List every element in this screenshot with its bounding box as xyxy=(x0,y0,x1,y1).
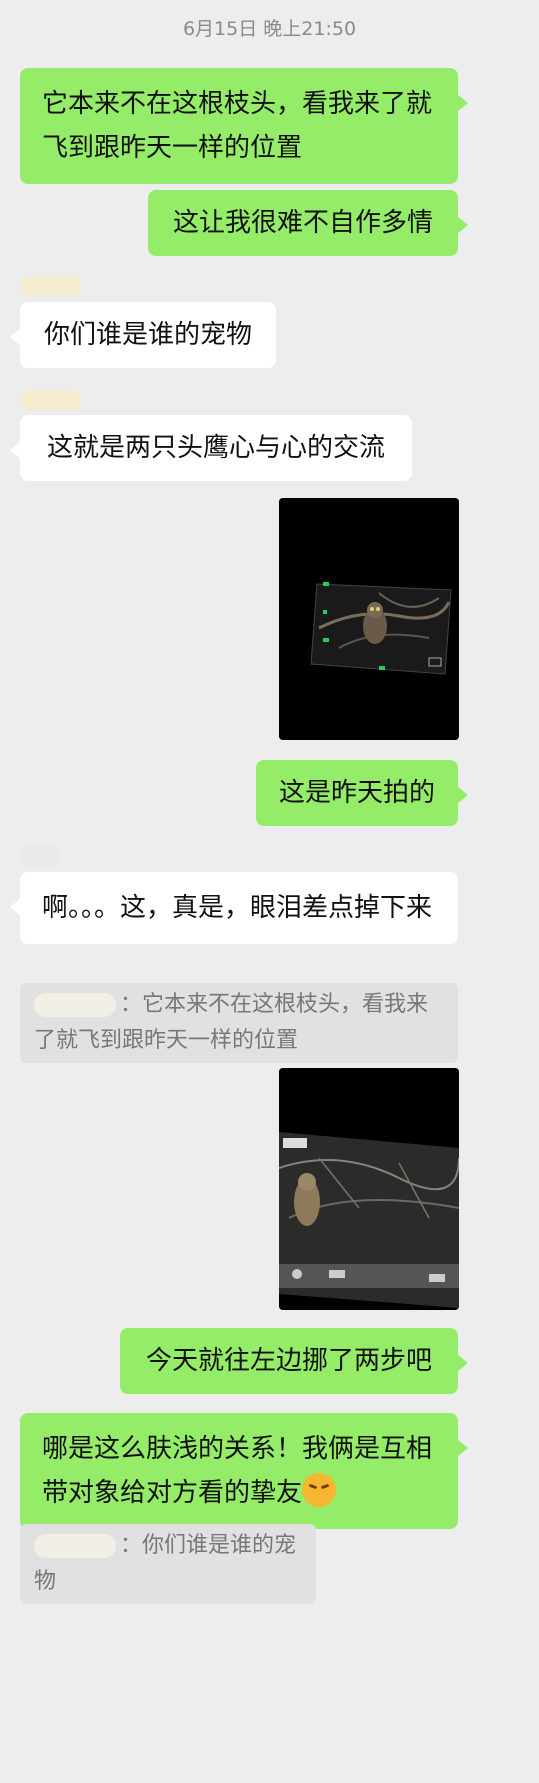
owl-photo-1[interactable] xyxy=(279,498,459,740)
message-bubble-self[interactable]: 这是昨天拍的 xyxy=(256,760,468,826)
timestamp: 6月15日 晚上21:50 xyxy=(182,18,357,40)
message-text: 啊。。。这，真是，眼泪差点掉下来 xyxy=(42,893,433,923)
quoted-message[interactable]: ：它本来不在这根枝头，看我来了就飞到跟昨天一样的位置 xyxy=(20,983,458,1063)
quoted-message[interactable]: ：你们谁是谁的宠物 xyxy=(20,1524,316,1604)
message-text: 哪是这么肤浅的关系！我俩是互相带对象给对方看的挚友 xyxy=(42,1434,433,1508)
message-text: 这让我很难不自作多情 xyxy=(172,208,433,238)
sender-name-blurred xyxy=(20,276,82,296)
message-text: 这就是两只头鹰心与心的交流 xyxy=(46,433,385,463)
message-bubble-other[interactable]: 啊。。。这，真是，眼泪差点掉下来 xyxy=(10,872,458,944)
message-bubble-self[interactable]: 哪是这么肤浅的关系！我俩是互相带对象给对方看的挚友 xyxy=(20,1413,468,1529)
message-bubble-self[interactable]: 今天就往左边挪了两步吧 xyxy=(120,1328,468,1394)
owl-photo-screen-icon xyxy=(279,1068,459,1310)
message-bubble-self[interactable]: 这让我很难不自作多情 xyxy=(148,190,468,256)
sender-name-blurred xyxy=(20,390,82,410)
quoted-sender-blurred xyxy=(34,993,116,1017)
message-text: 你们谁是谁的宠物 xyxy=(43,320,252,350)
sender-name-blurred xyxy=(20,846,60,866)
message-text: 它本来不在这根枝头，看我来了就飞到跟昨天一样的位置 xyxy=(42,89,433,163)
owl-photo-night-icon xyxy=(279,498,459,740)
message-bubble-self[interactable]: 它本来不在这根枝头，看我来了就飞到跟昨天一样的位置 xyxy=(20,68,468,184)
message-text: 今天就往左边挪了两步吧 xyxy=(145,1346,432,1376)
message-bubble-other[interactable]: 你们谁是谁的宠物 xyxy=(10,302,276,368)
owl-photo-2[interactable] xyxy=(279,1068,459,1310)
quoted-sender-blurred xyxy=(34,1534,116,1558)
message-bubble-other[interactable]: 这就是两只头鹰心与心的交流 xyxy=(10,415,412,481)
shy-emoji-icon xyxy=(302,1473,337,1507)
message-text: 这是昨天拍的 xyxy=(278,778,435,808)
